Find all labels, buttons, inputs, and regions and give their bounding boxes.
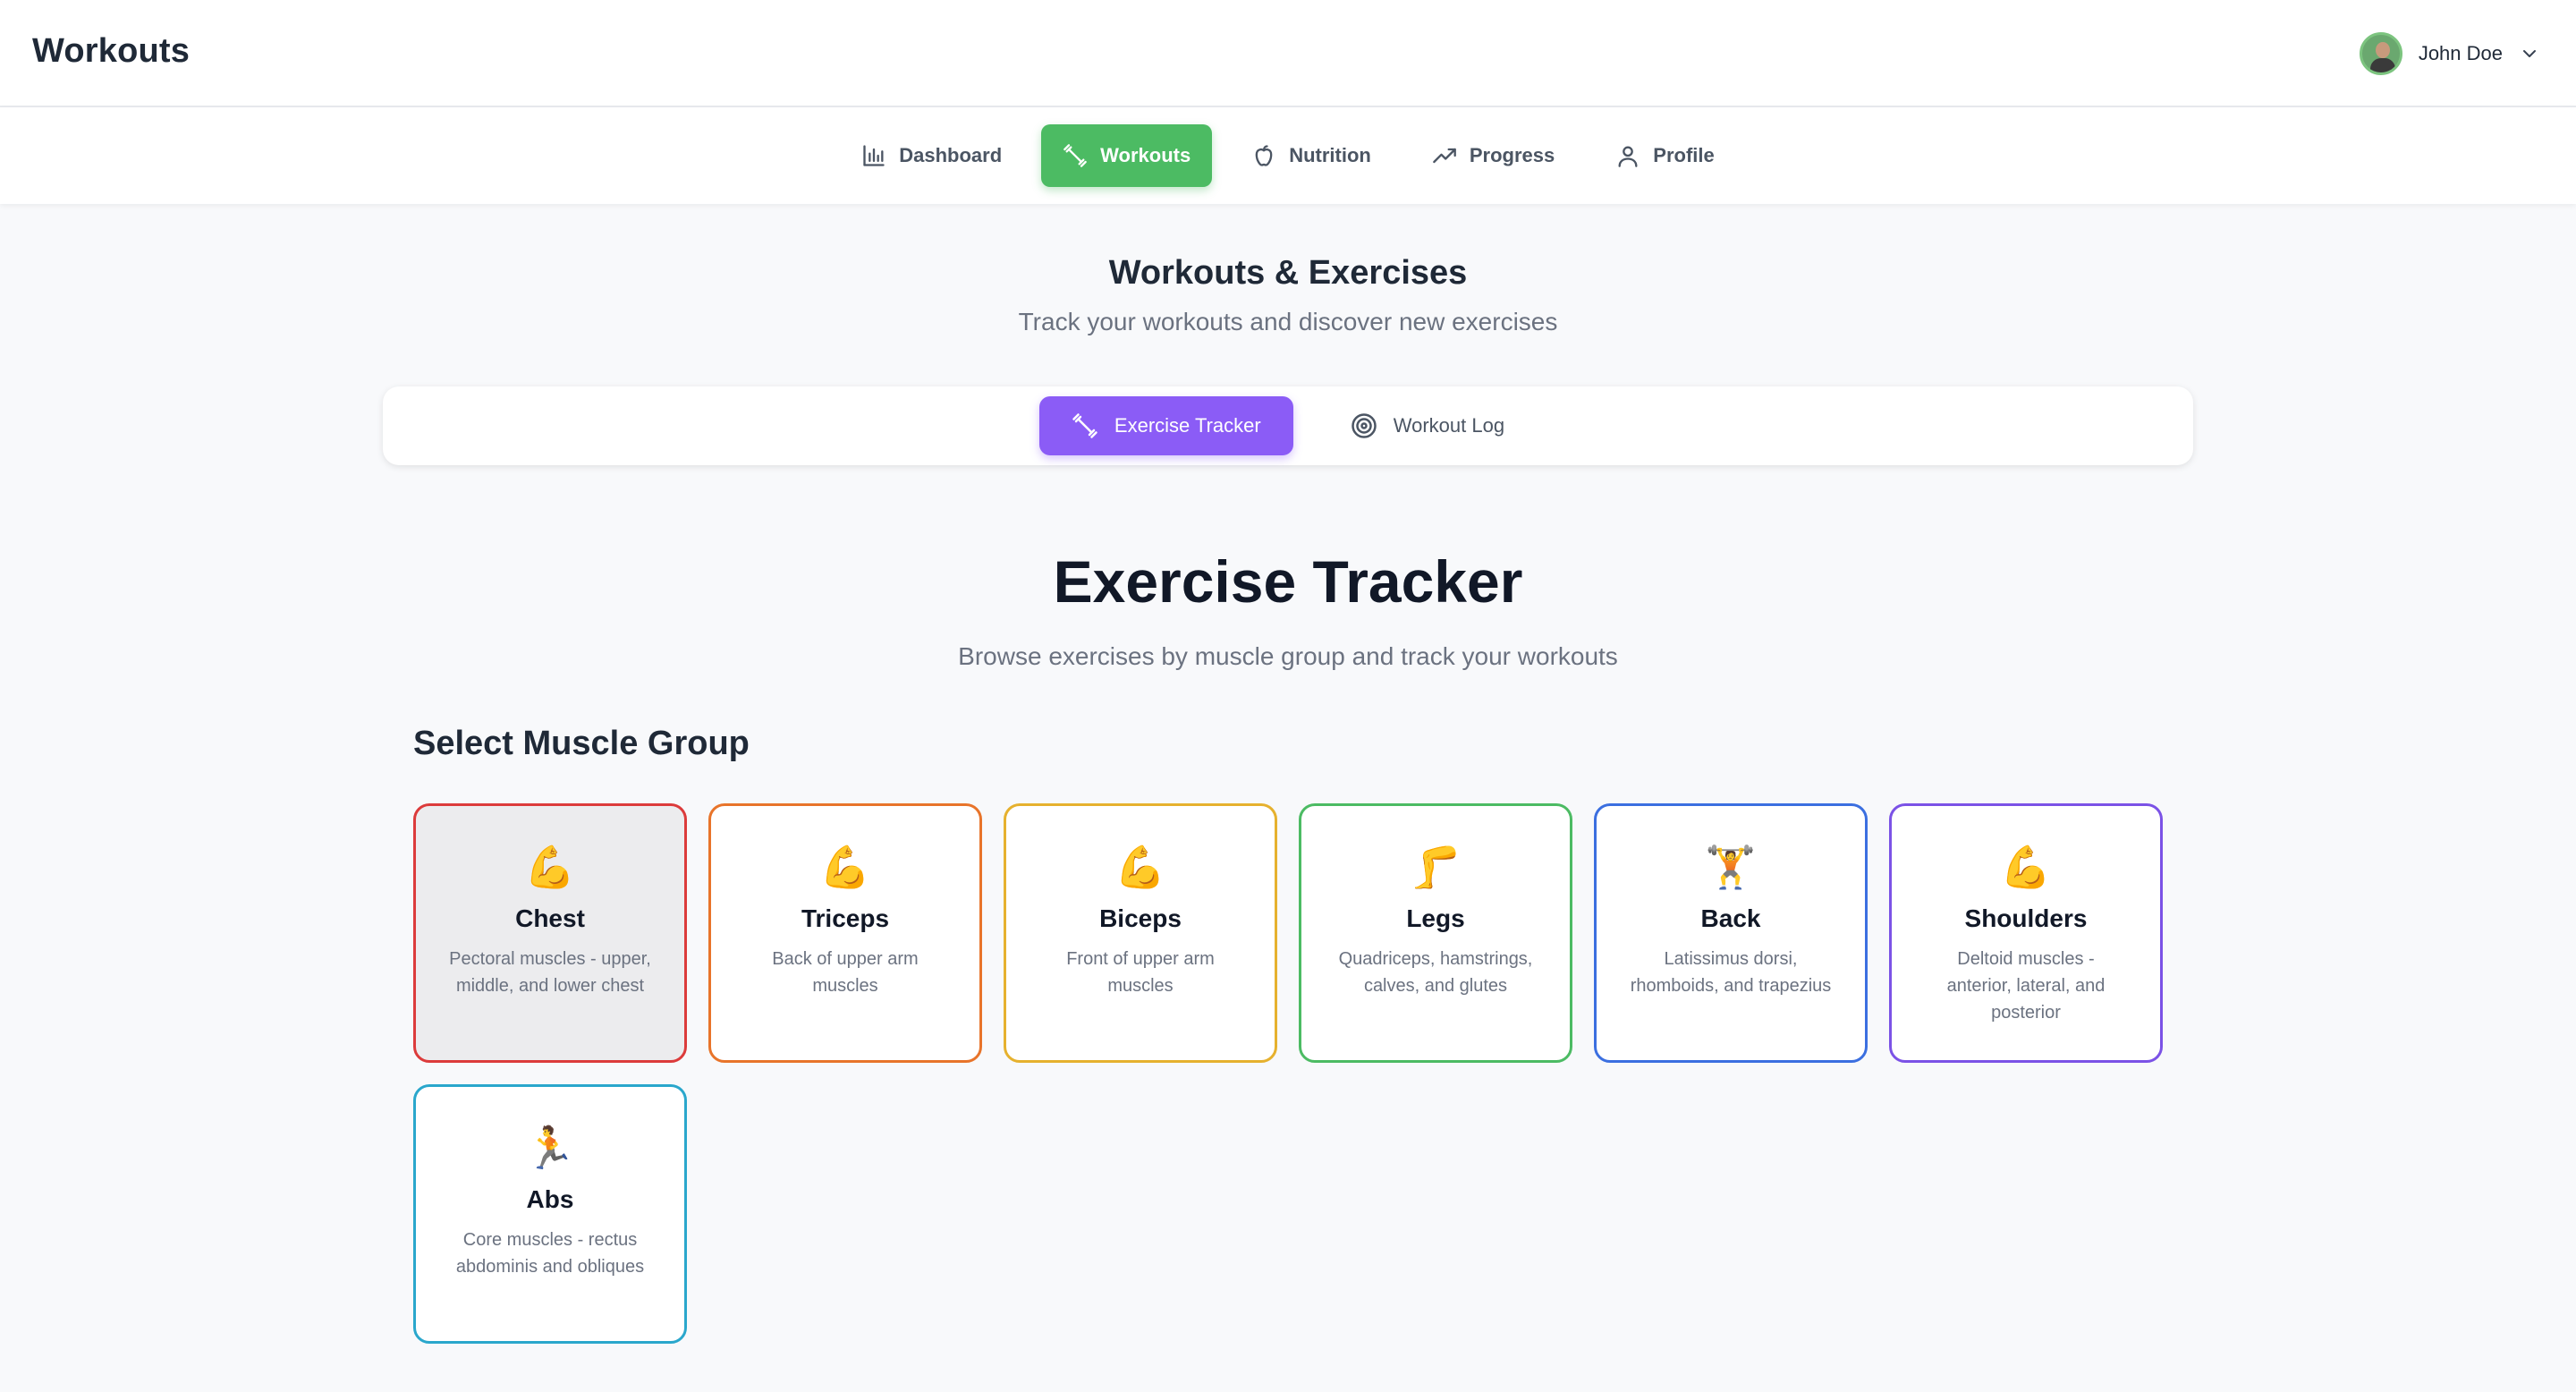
nav-item-progress[interactable]: Progress [1411, 124, 1576, 187]
muscle-name: Legs [1406, 904, 1465, 932]
bar-chart-icon [863, 145, 885, 166]
muscle-card-abs[interactable]: 🏃 Abs Core muscles - rectus abdominis an… [413, 1084, 687, 1344]
flexed-biceps-icon: 💪 [2000, 844, 2052, 890]
muscle-name: Back [1700, 904, 1761, 932]
nav-item-workouts[interactable]: Workouts [1041, 124, 1213, 187]
user-menu[interactable]: John Doe [2359, 29, 2540, 79]
top-bar: Workouts John Doe [0, 0, 2576, 107]
muscle-desc: Quadriceps, hamstrings, calves, and glut… [1338, 949, 1533, 996]
tab-label: Workout Log [1393, 414, 1505, 437]
nav-label: Nutrition [1289, 144, 1371, 166]
main-nav: Dashboard Workouts Nutrition Progress Pr… [0, 107, 2576, 204]
tracker-subtitle: Browse exercises by muscle group and tra… [958, 642, 1618, 670]
tracker-title: Exercise Tracker [1053, 548, 1523, 615]
sub-tab-bar: Exercise Tracker Workout Log [383, 386, 2193, 465]
muscle-name: Biceps [1099, 904, 1182, 932]
flexed-biceps-icon: 💪 [819, 844, 871, 890]
muscle-card-back[interactable]: 🏋️ Back Latissimus dorsi, rhomboids, and… [1594, 803, 1868, 1063]
dumbbell-icon [1063, 144, 1088, 167]
muscle-card-chest[interactable]: 💪 Chest Pectoral muscles - upper, middle… [413, 803, 687, 1063]
muscle-desc: Pectoral muscles - upper, middle, and lo… [449, 949, 651, 996]
nav-label: Workouts [1100, 144, 1191, 166]
nav-label: Dashboard [899, 144, 1003, 166]
nav-label: Progress [1469, 144, 1555, 166]
muscle-name: Chest [515, 904, 585, 932]
avatar[interactable] [2359, 32, 2402, 75]
muscle-name: Abs [526, 1185, 574, 1213]
muscle-desc: Front of upper arm muscles [1066, 949, 1215, 996]
user-name[interactable]: John Doe [2419, 42, 2503, 65]
runner-icon: 🏃 [524, 1125, 576, 1171]
tab-exercise-tracker[interactable]: Exercise Tracker [1038, 396, 1293, 455]
muscle-desc: Latissimus dorsi, rhomboids, and trapezi… [1630, 949, 1832, 996]
apple-icon [1255, 145, 1273, 166]
leg-icon: 🦵 [1410, 844, 1462, 890]
flexed-biceps-icon: 💪 [1114, 844, 1166, 890]
target-icon [1351, 413, 1377, 438]
muscle-name: Triceps [801, 904, 890, 932]
page-title: Workouts & Exercises [1108, 254, 1468, 292]
nav-label: Profile [1653, 144, 1715, 166]
muscle-group-grid: 💪 Chest Pectoral muscles - upper, middle… [413, 803, 2202, 1344]
muscle-card-triceps[interactable]: 💪 Triceps Back of upper arm muscles [708, 803, 982, 1063]
nav-item-nutrition[interactable]: Nutrition [1230, 124, 1393, 187]
nav-item-profile[interactable]: Profile [1594, 124, 1735, 187]
muscle-name: Shoulders [1964, 904, 2088, 932]
flexed-biceps-icon: 💪 [524, 844, 576, 890]
app-title: Workouts [32, 32, 191, 70]
muscle-desc: Back of upper arm muscles [772, 949, 919, 996]
weight-lifter-icon: 🏋️ [1705, 844, 1757, 890]
muscle-card-shoulders[interactable]: 💪 Shoulders Deltoid muscles - anterior, … [1889, 803, 2163, 1063]
muscle-desc: Core muscles - rectus abdominis and obli… [455, 1230, 645, 1277]
trending-up-icon [1433, 148, 1456, 164]
muscle-card-biceps[interactable]: 💪 Biceps Front of upper arm muscles [1004, 803, 1277, 1063]
tab-workout-log[interactable]: Workout Log [1318, 396, 1537, 455]
section-title: Select Muscle Group [413, 725, 750, 762]
muscle-desc: Deltoid muscles - anterior, lateral, and… [1946, 949, 2106, 1023]
nav-item-dashboard[interactable]: Dashboard [840, 124, 1023, 187]
chevron-down-icon[interactable] [2519, 43, 2540, 64]
muscle-card-legs[interactable]: 🦵 Legs Quadriceps, hamstrings, calves, a… [1299, 803, 1572, 1063]
tab-label: Exercise Tracker [1114, 414, 1261, 437]
page-subtitle: Track your workouts and discover new exe… [1018, 308, 1558, 335]
user-icon [1618, 146, 1638, 167]
dumbbell-icon [1072, 413, 1097, 438]
